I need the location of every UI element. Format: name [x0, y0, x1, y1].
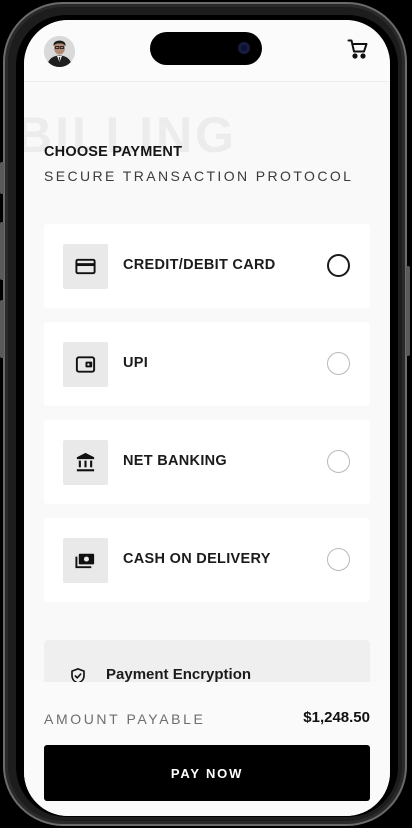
cash-icon [63, 538, 108, 583]
payment-option-card[interactable]: CREDIT/DEBIT CARD [44, 224, 370, 308]
top-bar [24, 20, 390, 82]
page-subtitle: SECURE TRANSACTION PROTOCOL [44, 168, 354, 184]
payment-option-label: UPI [123, 355, 149, 371]
payment-option-label: CASH ON DELIVERY [123, 551, 271, 567]
cart-icon[interactable] [346, 37, 370, 61]
payment-option-label: NET BANKING [123, 453, 227, 469]
payment-option-upi[interactable]: UPI [44, 322, 370, 406]
page-title: CHOOSE PAYMENT [44, 144, 183, 160]
dynamic-island [150, 32, 262, 65]
wallet-icon [63, 342, 108, 387]
payment-option-cash-on-delivery[interactable]: CASH ON DELIVERY [44, 518, 370, 602]
payment-option-net-banking[interactable]: NET BANKING [44, 420, 370, 504]
volume-up-button [0, 222, 4, 280]
mute-switch [0, 162, 4, 194]
radio-button[interactable] [327, 254, 350, 277]
camera-icon [238, 42, 250, 54]
user-avatar[interactable] [44, 36, 75, 67]
amount-payable-value: $1,248.50 [303, 709, 370, 726]
power-button [406, 266, 410, 356]
checkout-footer: AMOUNT PAYABLE $1,248.50 PAY NOW [24, 682, 390, 816]
payment-option-label: CREDIT/DEBIT CARD [123, 257, 276, 273]
pay-now-button[interactable]: PAY NOW [44, 745, 370, 801]
radio-button[interactable] [327, 548, 350, 571]
credit-card-icon [63, 244, 108, 289]
avatar-image [44, 36, 75, 67]
bank-icon [63, 440, 108, 485]
encryption-label: Payment Encryption [106, 666, 252, 683]
radio-button[interactable] [327, 450, 350, 473]
app-screen: BILLING CHOOSE PAYMENT SECURE TRANSACTIO… [24, 20, 390, 816]
volume-down-button [0, 300, 4, 358]
amount-payable-label: AMOUNT PAYABLE [44, 711, 206, 727]
radio-button[interactable] [327, 352, 350, 375]
